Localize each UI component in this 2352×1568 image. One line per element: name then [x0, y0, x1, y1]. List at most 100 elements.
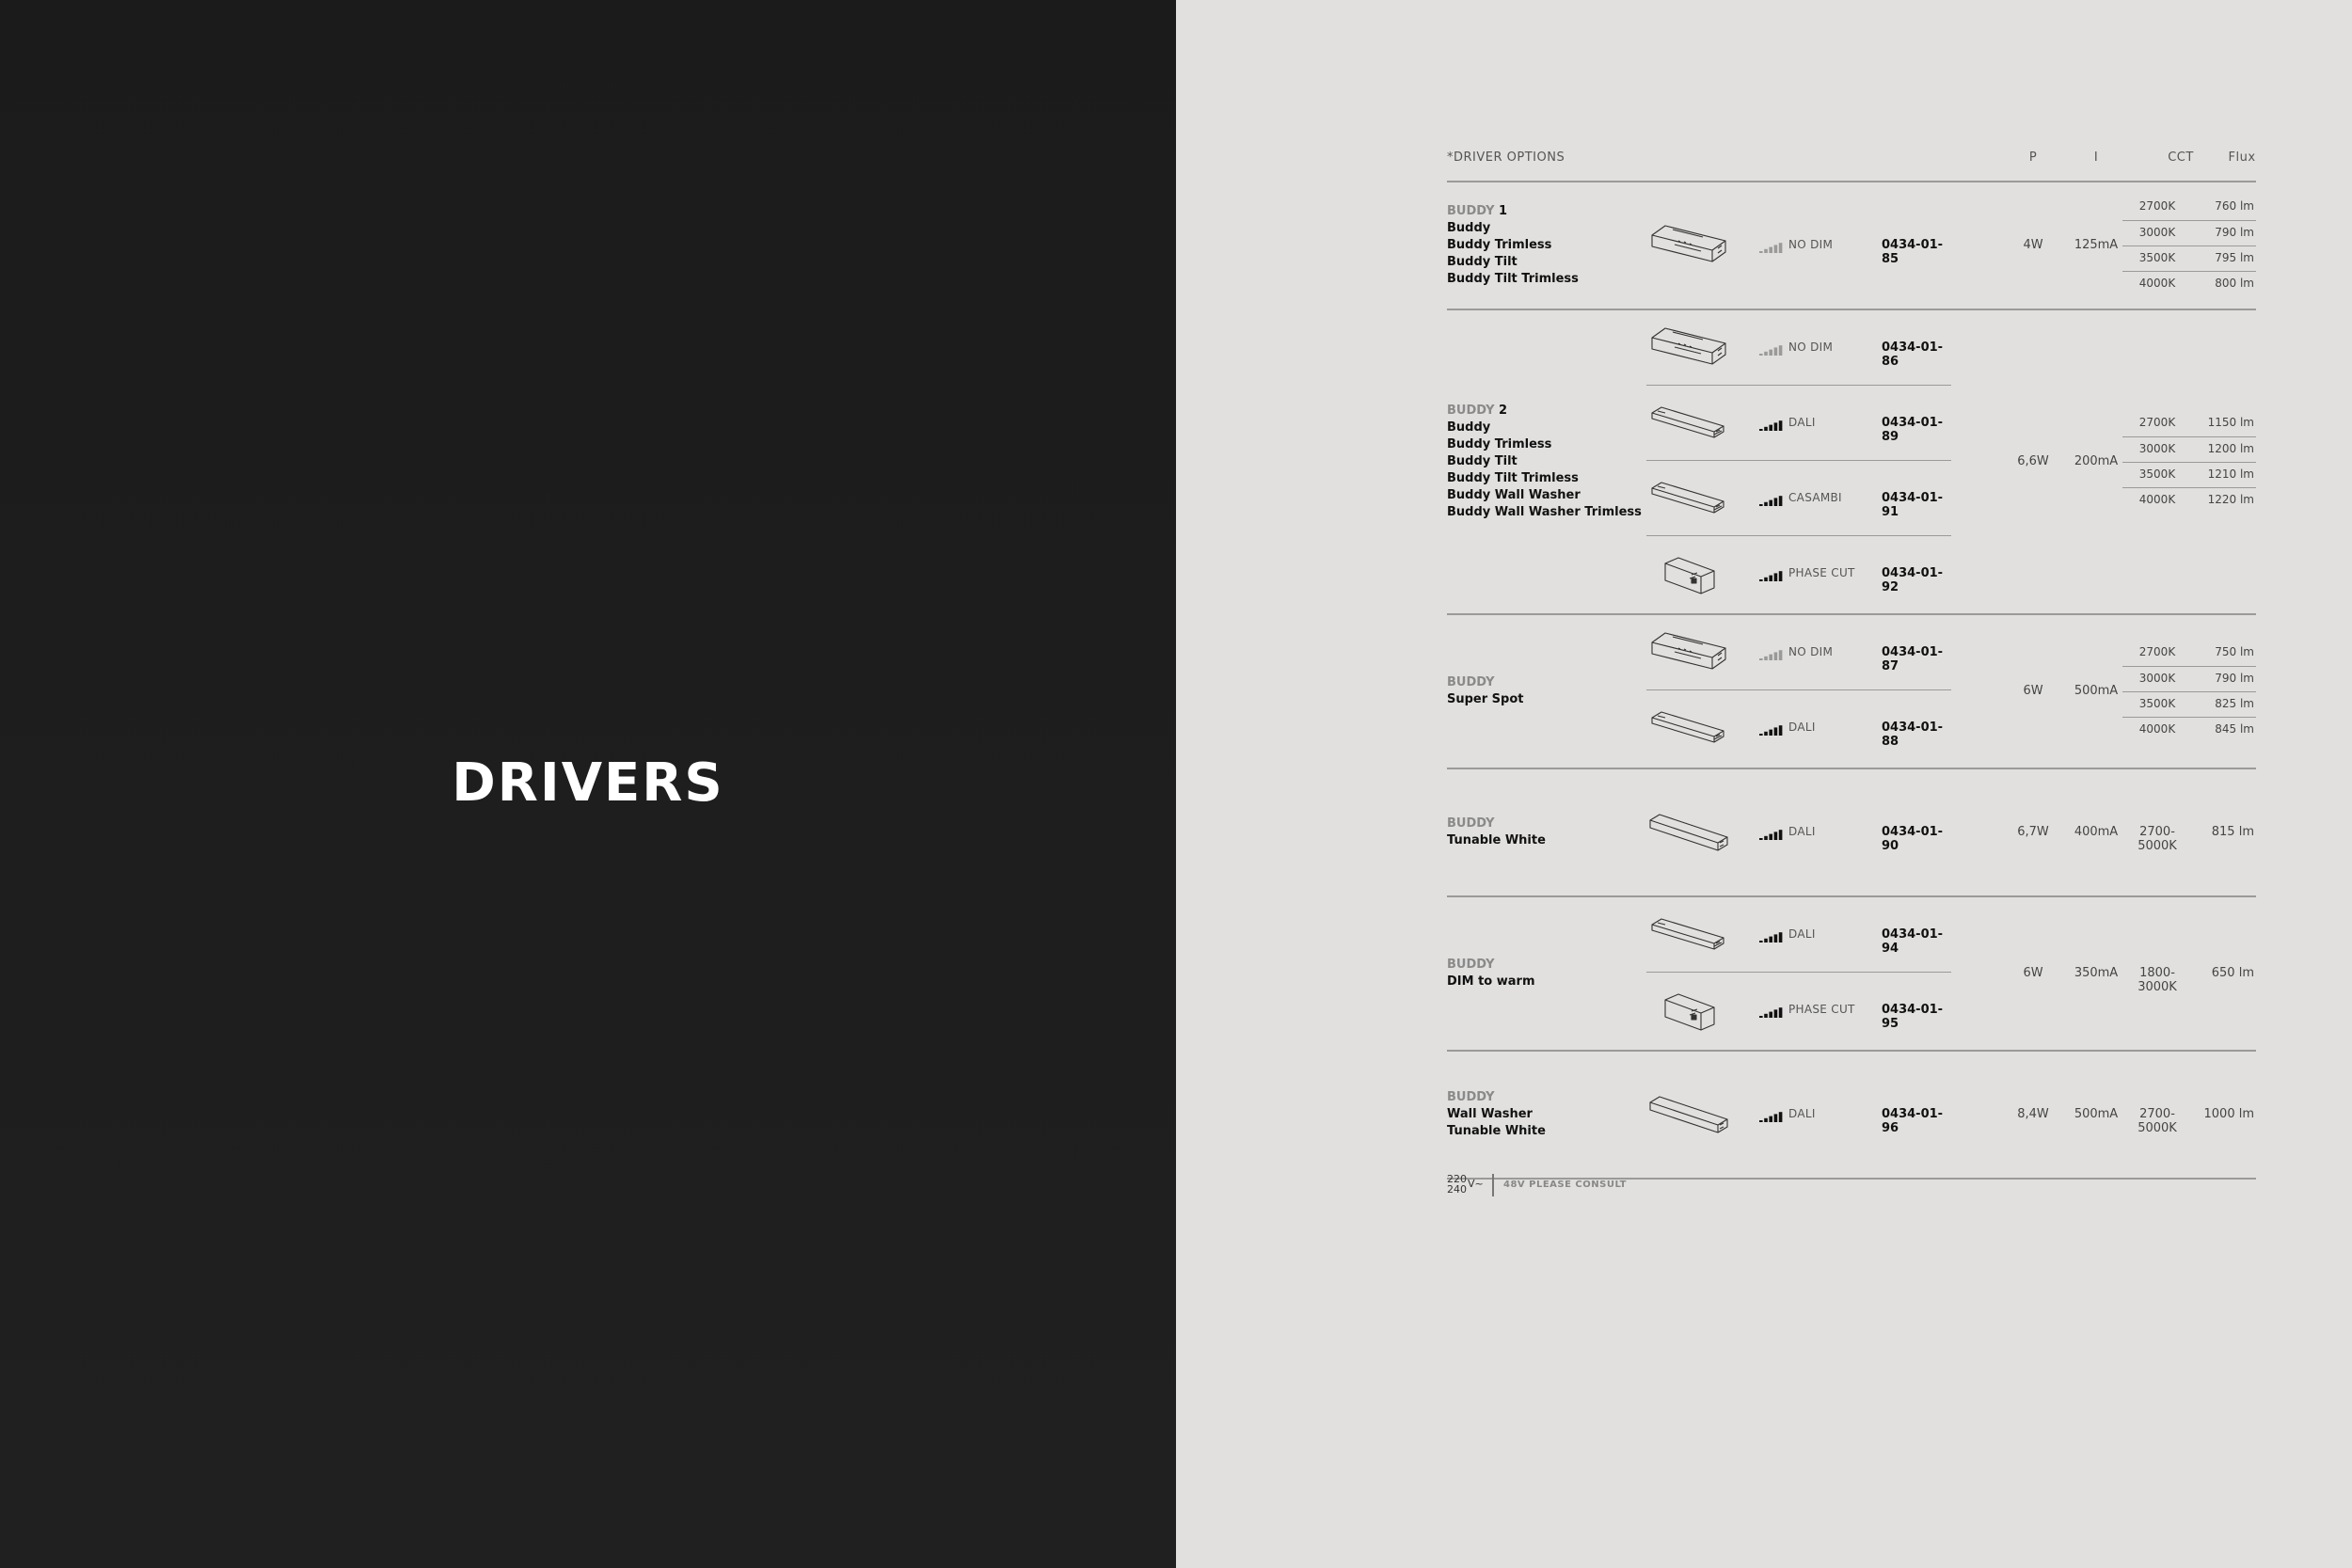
dimming-type: DALI: [1788, 416, 1816, 429]
cct-row: 2700K 1150 lm: [2122, 411, 2256, 436]
flux-value: 845 lm: [2215, 722, 2254, 736]
driver-image: [1646, 325, 1731, 372]
group-label: BUDDY DIM to warm: [1447, 957, 1535, 990]
group-label: BUDDY Wall Washer Tunable White: [1447, 1089, 1546, 1140]
header-current: I: [2093, 150, 2099, 165]
driver-image: [1646, 400, 1731, 447]
product-code: 0434-01-96: [1882, 1107, 1944, 1135]
model-name: Tunable White: [1447, 1124, 1546, 1138]
driver-group: BUDDY DIM to warm DALI 0434-01-94 PHASE CUT 0…: [1447, 897, 2256, 1052]
dimming-type: DALI: [1788, 825, 1816, 838]
product-code: 0434-01-94: [1882, 927, 1944, 956]
group-title: BUDDY: [1447, 674, 1524, 691]
group-title: BUDDY: [1447, 957, 1535, 974]
cct-row: 2700K 750 lm: [2122, 641, 2256, 666]
current-value: 500mA: [2074, 684, 2119, 698]
driver-image: [1646, 911, 1731, 958]
driver-image: [1646, 705, 1731, 752]
flux-value: 750 lm: [2215, 645, 2254, 658]
flux-value: 760 lm: [2215, 199, 2254, 213]
model-name: Buddy Tilt Trimless: [1447, 272, 1579, 286]
header-flux: Flux: [2228, 150, 2256, 165]
model-name: Super Spot: [1447, 692, 1524, 706]
driver-row: PHASE CUT 0434-01-95: [1646, 973, 1951, 1048]
power-value: 6,7W: [2017, 825, 2049, 839]
model-name: Buddy Wall Washer: [1447, 488, 1581, 502]
voltage-bottom: 240: [1447, 1183, 1467, 1196]
dim-off-icon: [1759, 341, 1784, 356]
cct-flux-table: 2700K 760 lm 3000K 790 lm 3500K 795 lm 4000K 80…: [2122, 195, 2256, 296]
dim-on-icon: [1759, 928, 1784, 942]
cover-panel: DRIVERS: [0, 0, 1176, 1568]
driver-group: BUDDY Super Spot NO DIM 0434-01-87 DALI 0434-…: [1447, 615, 2256, 769]
model-name: Wall Washer: [1447, 1107, 1533, 1121]
cct-flux-table: 2700K 1150 lm 3000K 1200 lm 3500K 1210 lm 4000…: [2122, 411, 2256, 513]
product-code: 0434-01-91: [1882, 491, 1944, 519]
driver-row: NO DIM 0434-01-86: [1646, 310, 1951, 386]
cct-row: 3500K 795 lm: [2122, 245, 2256, 271]
dimming-type: DALI: [1788, 721, 1816, 734]
section-title: DRIVERS: [452, 752, 724, 814]
model-name: Buddy Tilt: [1447, 255, 1518, 269]
model-name: Buddy Trimless: [1447, 238, 1552, 252]
driver-row: DALI 0434-01-90: [1646, 769, 1951, 895]
model-name: Buddy Tilt: [1447, 454, 1518, 468]
dimming-type: NO DIM: [1788, 238, 1834, 251]
voltage-label: 220 240 V~: [1447, 1174, 1484, 1196]
driver-group: BUDDY 1 Buddy Buddy Trimless Buddy Tilt Budd…: [1447, 182, 2256, 310]
cct-value: 2700K: [2138, 645, 2176, 658]
power-value: 6W: [2023, 684, 2043, 698]
driver-row: DALI 0434-01-88: [1646, 690, 1951, 766]
driver-image: [1646, 809, 1731, 856]
group-number: 1: [1494, 204, 1508, 218]
cct-value: 3000K: [2138, 442, 2176, 455]
current-value: 125mA: [2074, 238, 2119, 252]
header-power: P: [2028, 150, 2038, 165]
product-code: 0434-01-92: [1882, 566, 1944, 594]
dimming-type: PHASE CUT: [1788, 1003, 1855, 1016]
brand-name: BUDDY: [1447, 675, 1495, 689]
dimming-type: DALI: [1788, 1107, 1816, 1120]
group-title: BUDDY 1: [1447, 203, 1579, 220]
brand-name: BUDDY: [1447, 1090, 1495, 1104]
cct-row: 4000K 845 lm: [2122, 717, 2256, 742]
dim-off-icon: [1759, 239, 1784, 253]
cct-value: 2700K: [2138, 199, 2176, 213]
cct-row: 3000K 1200 lm: [2122, 436, 2256, 462]
cct-value: 3500K: [2138, 251, 2176, 264]
group-number: 2: [1494, 404, 1508, 418]
product-code: 0434-01-89: [1882, 416, 1944, 444]
driver-row: DALI 0434-01-89: [1646, 386, 1951, 461]
consult-note: 48V PLEASE CONSULT: [1503, 1180, 1627, 1190]
flux-value: 1220 lm: [2207, 493, 2254, 506]
group-label: BUDDY Tunable White: [1447, 816, 1546, 849]
cct-value: 3000K: [2138, 672, 2176, 685]
flux-value: 1000 lm: [2203, 1107, 2255, 1121]
cct-row: 4000K 800 lm: [2122, 271, 2256, 296]
driver-image: [1646, 475, 1731, 522]
power-value: 8,4W: [2017, 1107, 2049, 1121]
footer-divider: [1492, 1174, 1494, 1196]
dimming-type: NO DIM: [1788, 341, 1834, 354]
group-title: BUDDY 2: [1447, 403, 1642, 420]
cct-value: 3500K: [2138, 697, 2176, 710]
cct-value: 4000K: [2138, 277, 2176, 290]
dim-on-icon: [1759, 1108, 1784, 1122]
group-title: BUDDY: [1447, 816, 1546, 832]
table-header: *DRIVER OPTIONS P I CCT Flux: [1447, 141, 2256, 182]
driver-image: [1646, 550, 1731, 597]
driver-row: PHASE CUT 0434-01-92: [1646, 536, 1951, 611]
model-name: DIM to warm: [1447, 974, 1535, 989]
cct-value: 3500K: [2138, 467, 2176, 481]
driver-group: BUDDY 2 Buddy Buddy Trimless Buddy Tilt Budd…: [1447, 310, 2256, 615]
cct-flux-table: 2700K 750 lm 3000K 790 lm 3500K 825 lm 4000K 84…: [2122, 641, 2256, 742]
current-value: 350mA: [2074, 966, 2119, 980]
dim-off-icon: [1759, 646, 1784, 660]
cct-row: 3500K 825 lm: [2122, 691, 2256, 717]
current-value: 500mA: [2074, 1107, 2119, 1121]
product-code: 0434-01-87: [1882, 645, 1944, 673]
flux-value: 815 lm: [2211, 825, 2254, 839]
flux-value: 1150 lm: [2207, 416, 2254, 429]
current-value: 400mA: [2074, 825, 2119, 839]
flux-value: 790 lm: [2215, 672, 2254, 685]
